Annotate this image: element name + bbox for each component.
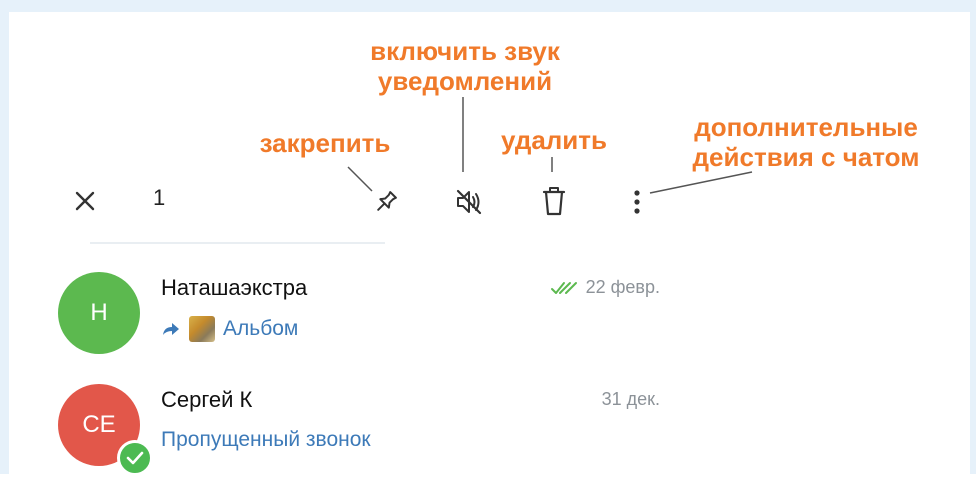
chat-preview-text: Пропущенный звонок [161,428,371,451]
pin-button[interactable] [366,182,406,222]
annotation-delete: удалить [501,125,607,155]
chat-time-row: 22 февр. [550,277,660,298]
close-icon [75,191,95,211]
annotation-unmute-line1: включить звук [370,36,560,66]
check-badge-icon [117,440,153,476]
unmute-icon [456,189,482,215]
chat-preview-row: Альбом [161,316,298,342]
annotation-more-line1: дополнительные [694,112,918,142]
selected-count: 1 [153,185,166,210]
avatar-initials: СЕ [82,411,116,438]
chat-preview-text: Альбом [223,317,299,340]
trash-icon [542,187,566,216]
chat-time: 31 дек. [601,389,660,409]
chat-name: Наташаэкстра [161,275,308,300]
annotation-pin: закрепить [259,128,391,158]
unmute-button[interactable] [447,180,491,224]
forward-icon [163,323,179,335]
pin-icon [377,191,397,211]
annotation-unmute-line2: уведомлений [377,66,553,96]
chat-item-sergey[interactable]: СЕ Сергей К 31 дек. Пропущенный звонок [58,384,668,484]
chat-time: 22 февр. [585,277,660,297]
double-check-icon [550,281,577,294]
chat-name: Сергей К [161,387,253,412]
more-vertical-icon [634,190,640,214]
pointer-line-more [649,171,753,194]
annotation-more-line2: действия с чатом [692,142,920,172]
chat-item-natasha[interactable]: Н Наташаэкстра 22 февр. Альбом [58,272,668,372]
avatar-initials: Н [90,299,108,326]
annotation-more: дополнительные действия с чатом [666,112,946,172]
delete-button[interactable] [535,180,573,222]
avatar: Н [58,272,140,354]
toolbar-divider [90,242,385,244]
close-selection-button[interactable] [68,184,102,218]
album-thumbnail [189,316,215,342]
annotation-unmute: включить звук уведомлений [340,36,590,96]
chat-preview-row: Пропущенный звонок [161,428,371,452]
more-actions-button[interactable] [622,182,652,222]
